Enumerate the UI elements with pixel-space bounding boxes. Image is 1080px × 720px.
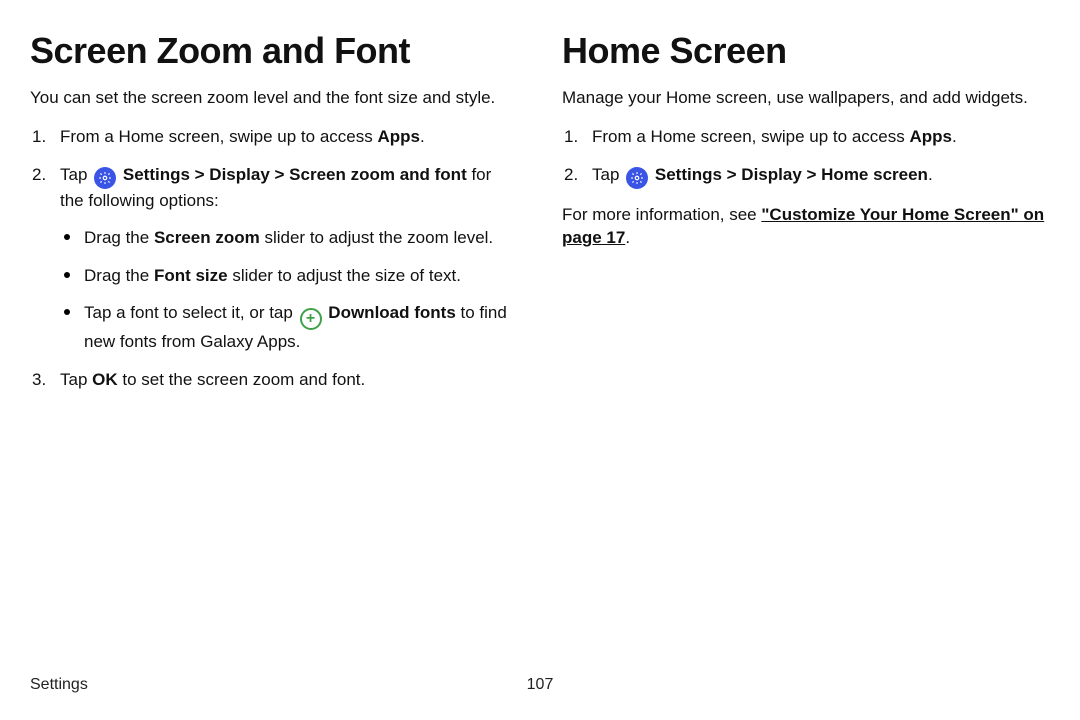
more-info-right: For more information, see "Customize You… xyxy=(562,203,1050,250)
step-3-left: Tap OK to set the screen zoom and font. xyxy=(30,368,518,391)
step-text: . xyxy=(952,127,957,146)
bold-path: Settings > Display > Home screen xyxy=(655,165,928,184)
step-text: Tap xyxy=(592,165,624,184)
bullet-screen-zoom: Drag the Screen zoom slider to adjust th… xyxy=(60,226,518,249)
bold-font-size: Font size xyxy=(154,266,228,285)
bold-apps: Apps xyxy=(909,127,952,146)
right-column: Home Screen Manage your Home screen, use… xyxy=(562,30,1050,405)
bullet-text: Tap a font to select it, or tap xyxy=(84,303,298,322)
bullet-text: Drag the xyxy=(84,266,154,285)
two-column-layout: Screen Zoom and Font You can set the scr… xyxy=(30,30,1050,405)
left-column: Screen Zoom and Font You can set the scr… xyxy=(30,30,518,405)
bullets-left: Drag the Screen zoom slider to adjust th… xyxy=(60,226,518,353)
step-text: . xyxy=(420,127,425,146)
intro-right: Manage your Home screen, use wallpapers,… xyxy=(562,86,1050,109)
bullet-text: slider to adjust the zoom level. xyxy=(260,228,493,247)
intro-left: You can set the screen zoom level and th… xyxy=(30,86,518,109)
step-text: From a Home screen, swipe up to access xyxy=(60,127,377,146)
heading-home-screen: Home Screen xyxy=(562,30,1050,72)
settings-icon xyxy=(94,167,116,189)
bold-screen-zoom: Screen zoom xyxy=(154,228,260,247)
step-text: to set the screen zoom and font. xyxy=(118,370,366,389)
step-1-left: From a Home screen, swipe up to access A… xyxy=(30,125,518,148)
bold-download-fonts: Download fonts xyxy=(328,303,455,322)
bold-path: Settings > Display > Screen zoom and fon… xyxy=(123,165,467,184)
more-text: For more information, see xyxy=(562,205,761,224)
step-text: Tap xyxy=(60,370,92,389)
steps-left: From a Home screen, swipe up to access A… xyxy=(30,125,518,391)
bullet-download-fonts: Tap a font to select it, or tap + Downlo… xyxy=(60,301,518,353)
settings-icon xyxy=(626,167,648,189)
step-1-right: From a Home screen, swipe up to access A… xyxy=(562,125,1050,148)
step-text: Tap xyxy=(60,165,92,184)
page-footer: Settings 107 xyxy=(30,676,1050,694)
bullet-font-size: Drag the Font size slider to adjust the … xyxy=(60,264,518,287)
step-2-left: Tap Settings > Display > Screen zoom and… xyxy=(30,163,518,354)
step-text: . xyxy=(928,165,933,184)
bold-apps: Apps xyxy=(377,127,420,146)
footer-page-number: 107 xyxy=(527,676,554,694)
more-text: . xyxy=(625,228,630,247)
steps-right: From a Home screen, swipe up to access A… xyxy=(562,125,1050,188)
step-text: From a Home screen, swipe up to access xyxy=(592,127,909,146)
bullet-text: Drag the xyxy=(84,228,154,247)
plus-icon: + xyxy=(300,308,322,330)
bullet-text: slider to adjust the size of text. xyxy=(228,266,461,285)
step-2-right: Tap Settings > Display > Home screen. xyxy=(562,163,1050,189)
bold-ok: OK xyxy=(92,370,118,389)
heading-screen-zoom-font: Screen Zoom and Font xyxy=(30,30,518,72)
